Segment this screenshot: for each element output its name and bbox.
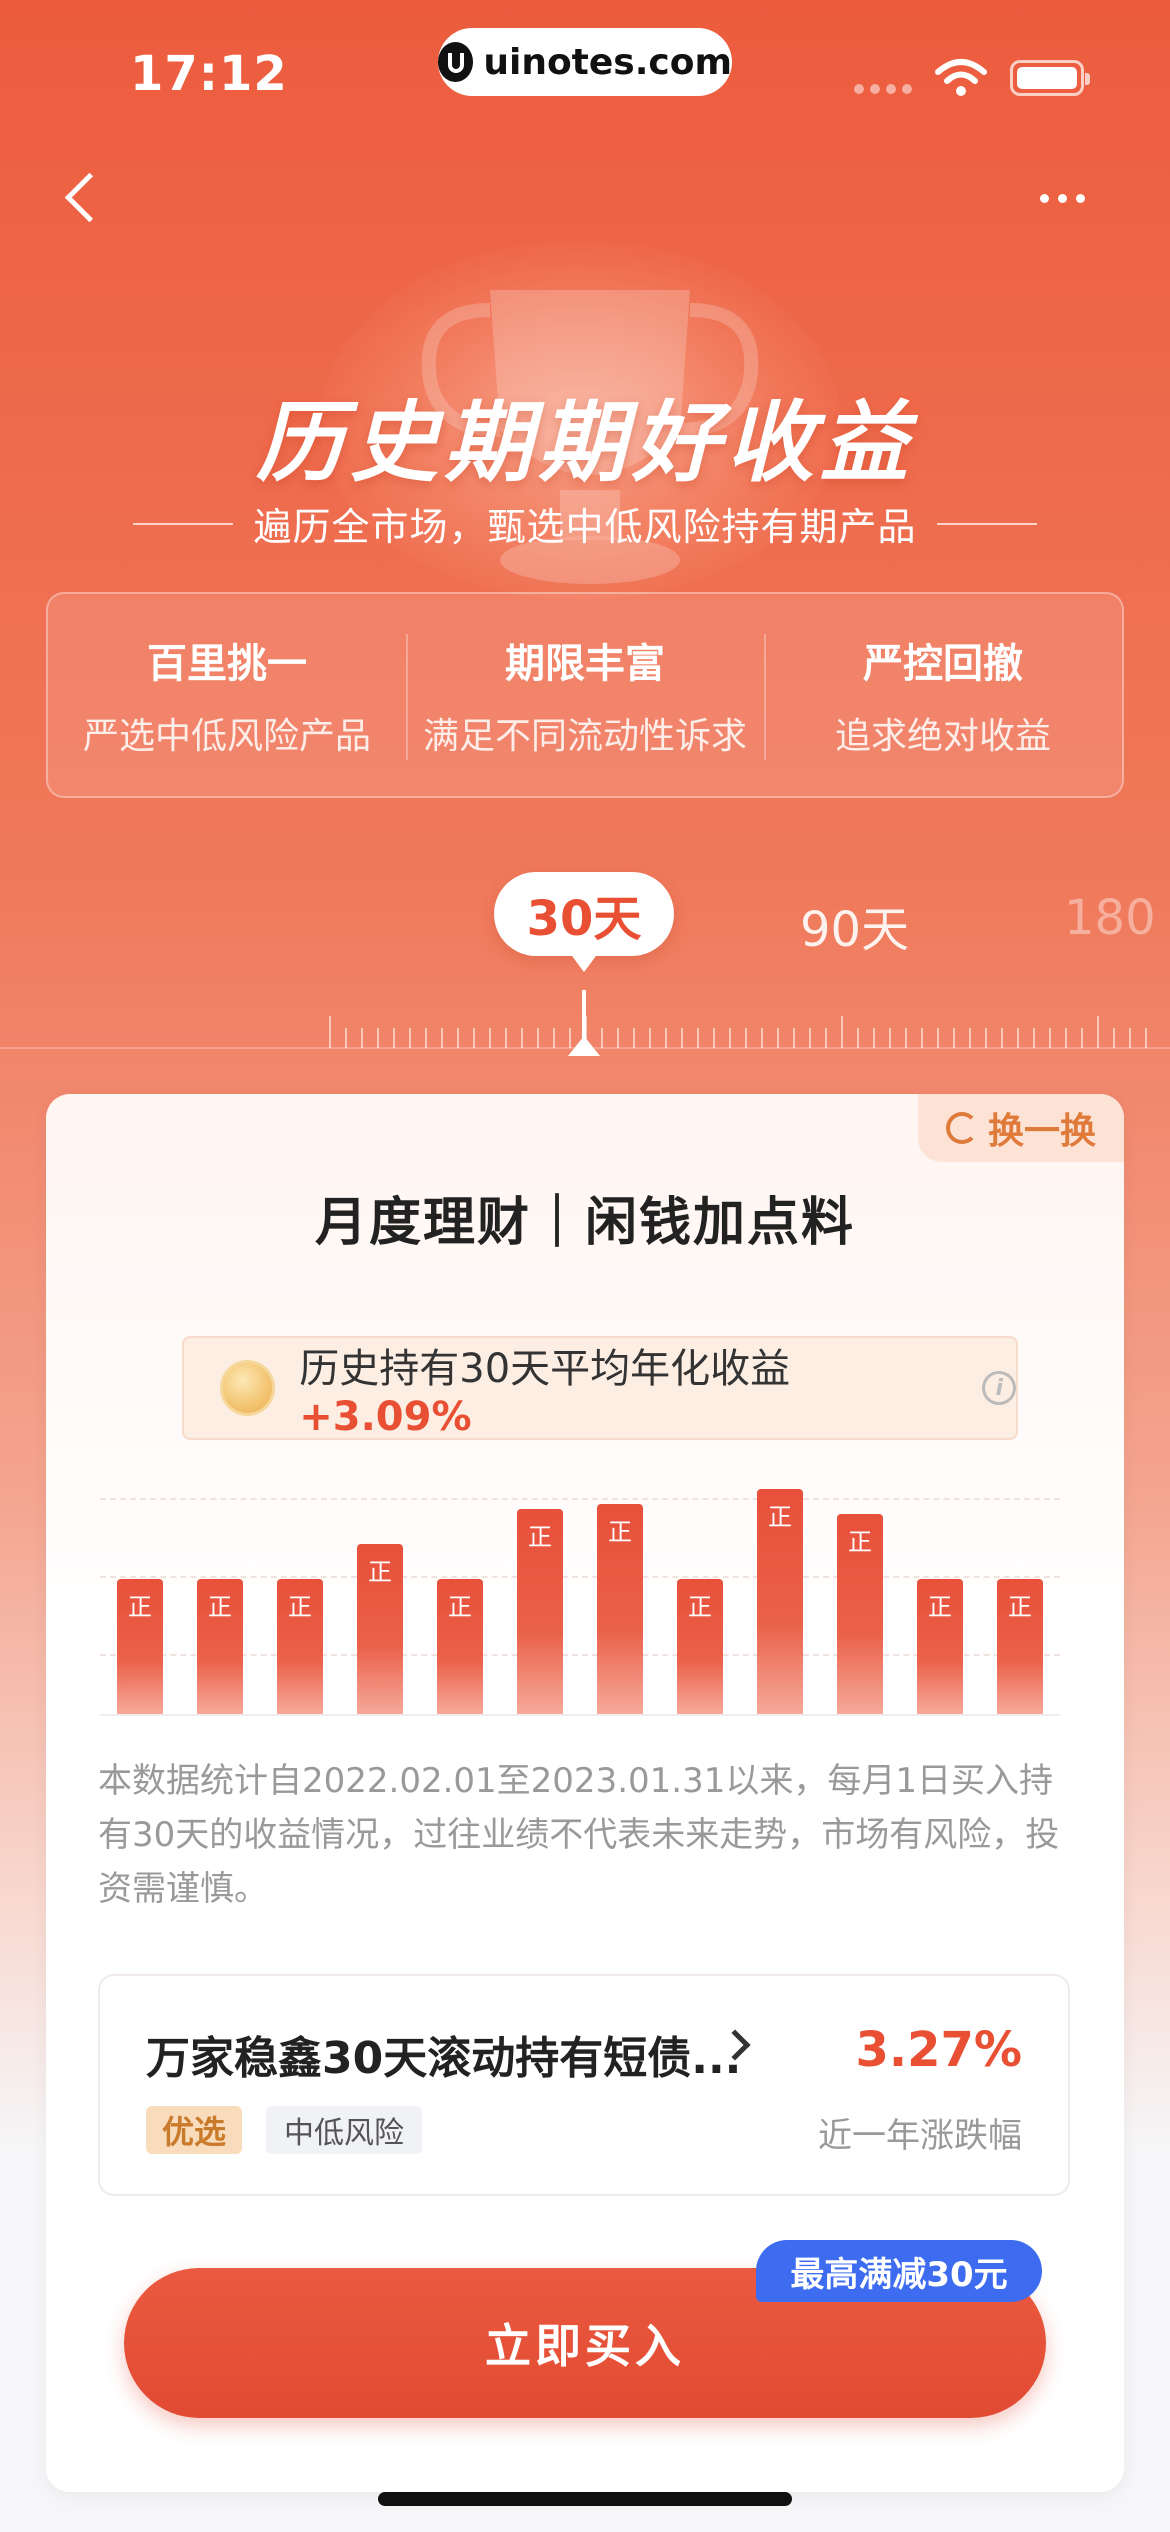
product-card: 换一换 月度理财｜闲钱加点料 正正正正正正正正正正正正 历史持有30天平均年化收… (46, 1094, 1124, 2492)
chart-bar: 正 (517, 1509, 563, 1714)
feature-desc: 追求绝对收益 (834, 716, 1051, 757)
period-tab-180[interactable]: 180 (1064, 890, 1156, 946)
promo-badge: 最高满减30元 (756, 2240, 1042, 2302)
tag-risk: 中低风险 (266, 2106, 422, 2154)
chart-bar: 正 (437, 1579, 483, 1714)
refresh-icon (945, 1112, 978, 1144)
more-options-button[interactable] (1040, 186, 1100, 210)
feature-item: 百里挑一 严选中低风险产品 (48, 594, 406, 796)
average-return-label: 历史持有30天平均年化收益 (299, 1346, 791, 1392)
info-icon[interactable]: i (982, 1371, 1016, 1405)
feature-desc: 严选中低风险产品 (82, 716, 371, 757)
chart-bar: 正 (837, 1514, 883, 1714)
status-bar: 17:12 uinotes.com (0, 0, 1170, 140)
site-logo-icon (438, 42, 474, 82)
back-button[interactable] (58, 168, 108, 228)
tag-pick: 优选 (146, 2106, 243, 2154)
url-text: uinotes.com (483, 41, 732, 83)
product-row[interactable]: 万家稳鑫30天滚动持有短债... 优选 中低风险 3.27% 近一年涨跌幅 (98, 1974, 1070, 2196)
hero-subtitle-row: 遍历全市场，甄选中低风险持有期产品 (0, 496, 1170, 551)
chart-bar: 正 (357, 1544, 403, 1714)
home-indicator (378, 2492, 792, 2506)
chart-bar: 正 (197, 1579, 243, 1714)
ruler-pointer-icon (568, 1036, 600, 1056)
feature-title: 严控回撤 (863, 641, 1023, 687)
hero-title: 历史期期好收益 (255, 391, 914, 494)
status-time: 17:12 (130, 46, 288, 102)
feature-item: 严控回撤 追求绝对收益 (764, 594, 1122, 796)
url-pill[interactable]: uinotes.com (438, 28, 732, 96)
chart-bar: 正 (597, 1504, 643, 1714)
feature-title: 百里挑一 (147, 641, 307, 687)
chart-bar: 正 (277, 1579, 323, 1714)
chart-baseline (100, 1714, 1060, 1716)
feature-item: 期限丰富 满足不同流动性诉求 (406, 594, 764, 796)
feature-desc: 满足不同流动性诉求 (422, 716, 747, 757)
hero-subtitle: 遍历全市场，甄选中低风险持有期产品 (253, 505, 917, 549)
product-name[interactable]: 万家稳鑫30天滚动持有短债... (146, 2022, 741, 2086)
wifi-icon (935, 59, 987, 96)
divider-line (133, 522, 234, 525)
features-panel: 百里挑一 严选中低风险产品 期限丰富 满足不同流动性诉求 严控回撤 追求绝对收益 (46, 592, 1124, 798)
returns-bar-chart: 正正正正正正正正正正正正 (100, 1394, 1060, 1814)
battery-icon (1010, 60, 1090, 96)
signal-icon (854, 84, 912, 94)
product-rate: 3.27% (855, 2022, 1022, 2078)
card-title: 月度理财｜闲钱加点料 (314, 1193, 855, 1253)
product-rate-label: 近一年涨跌幅 (818, 2116, 1022, 2156)
period-tab-90[interactable]: 90天 (800, 890, 909, 960)
average-return-value: +3.09% (299, 1394, 472, 1440)
chart-bar: 正 (757, 1489, 803, 1714)
chart-bar: 正 (117, 1579, 163, 1714)
period-tab-30[interactable]: 30天 (494, 872, 674, 972)
disclaimer-text: 本数据统计自2022.02.01至2023.01.31以来，每月1日买入持有30… (98, 1761, 1060, 1909)
swap-button[interactable]: 换一换 (918, 1094, 1124, 1162)
feature-title: 期限丰富 (505, 641, 665, 687)
average-return-banner: 历史持有30天平均年化收益+3.09% i (182, 1336, 1018, 1440)
coin-icon (220, 1360, 276, 1416)
chart-bar: 正 (997, 1579, 1043, 1714)
swap-label: 换一换 (987, 1111, 1096, 1152)
chart-bar: 正 (917, 1579, 963, 1714)
chart-bar: 正 (677, 1579, 723, 1714)
divider-line (936, 522, 1037, 525)
